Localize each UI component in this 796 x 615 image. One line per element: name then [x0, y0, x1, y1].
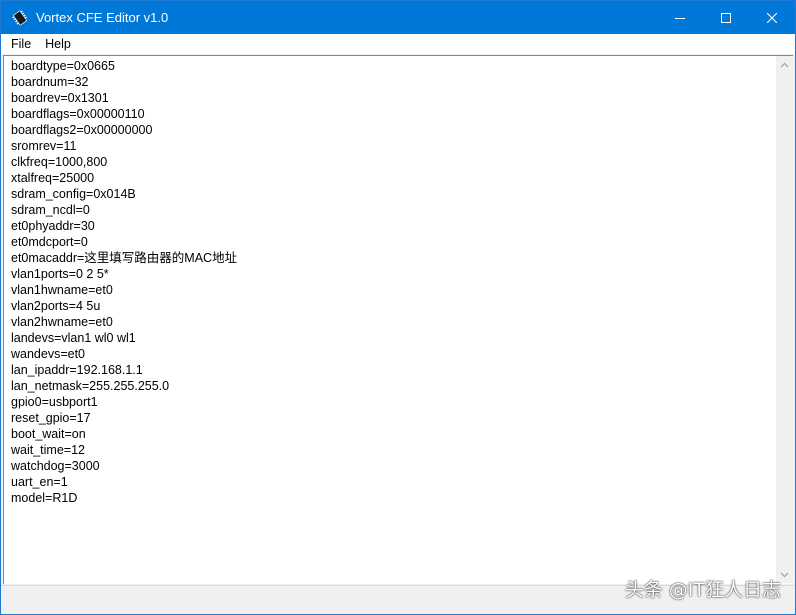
- app-window: Vortex CFE Editor v1.0 File Help boardty…: [0, 0, 796, 615]
- editor-textarea[interactable]: boardtype=0x0665 boardnum=32 boardrev=0x13…: [3, 55, 793, 584]
- menu-file[interactable]: File: [1, 34, 38, 54]
- close-icon: [767, 12, 777, 23]
- editor-line: lan_ipaddr=192.168.1.1: [11, 363, 143, 377]
- watermark: 头条 @IT狂人日志: [624, 579, 781, 601]
- window-title: Vortex CFE Editor v1.0: [36, 10, 169, 25]
- editor-line: landevs=vlan1 wl0 wl1: [11, 331, 136, 345]
- menu-bar: File Help: [1, 34, 795, 54]
- chevron-down-icon: [780, 572, 789, 577]
- editor-line: boot_wait=on: [11, 427, 86, 441]
- maximize-icon: [721, 12, 731, 23]
- editor-line: boardflags=0x00000110: [11, 107, 145, 121]
- vertical-scrollbar[interactable]: [776, 56, 793, 583]
- editor-content[interactable]: boardtype=0x0665 boardnum=32 boardrev=0x13…: [11, 58, 771, 578]
- editor-line: xtalfreq=25000: [11, 171, 95, 185]
- close-button[interactable]: [749, 1, 795, 34]
- window-controls: [657, 1, 795, 34]
- editor-line: sromrev=11: [11, 139, 77, 153]
- editor-line: reset_gpio=17: [11, 411, 91, 425]
- minimize-button[interactable]: [657, 1, 703, 34]
- editor-line: gpio0=usbport1: [11, 395, 98, 409]
- editor-line: boardtype=0x0665: [11, 59, 115, 73]
- title-bar[interactable]: Vortex CFE Editor v1.0: [1, 1, 795, 34]
- editor-line: vlan1ports=0 2 5*: [11, 267, 109, 281]
- minimize-icon: [675, 17, 685, 19]
- editor-line: et0phyaddr=30: [11, 219, 95, 233]
- editor-line: boardnum=32: [11, 75, 89, 89]
- editor-line: vlan2hwname=et0: [11, 315, 113, 329]
- editor-line: vlan1hwname=et0: [11, 283, 113, 297]
- chip-icon: [12, 9, 28, 26]
- editor-line: wait_time=12: [11, 443, 85, 457]
- menu-help[interactable]: Help: [38, 34, 78, 54]
- editor-line: wandevs=et0: [11, 347, 86, 361]
- editor-line: et0mdcport=0: [11, 235, 88, 249]
- maximize-button[interactable]: [703, 1, 749, 34]
- editor-line: sdram_config=0x014B: [11, 187, 136, 201]
- editor-line: et0macaddr=这里填写路由器的MAC地址: [11, 251, 238, 265]
- editor-line: boardrev=0x1301: [11, 91, 109, 105]
- scroll-up-button[interactable]: [776, 56, 793, 73]
- editor-line: model=R1D: [11, 491, 78, 505]
- editor-line: vlan2ports=4 5u: [11, 299, 101, 313]
- chevron-up-icon: [780, 62, 789, 67]
- editor-line: lan_netmask=255.255.255.0: [11, 379, 170, 393]
- editor-line: boardflags2=0x00000000: [11, 123, 153, 137]
- editor-line: clkfreq=1000,800: [11, 155, 108, 169]
- editor-line: watchdog=3000: [11, 459, 100, 473]
- editor-line: uart_en=1: [11, 475, 68, 489]
- editor-line: sdram_ncdl=0: [11, 203, 90, 217]
